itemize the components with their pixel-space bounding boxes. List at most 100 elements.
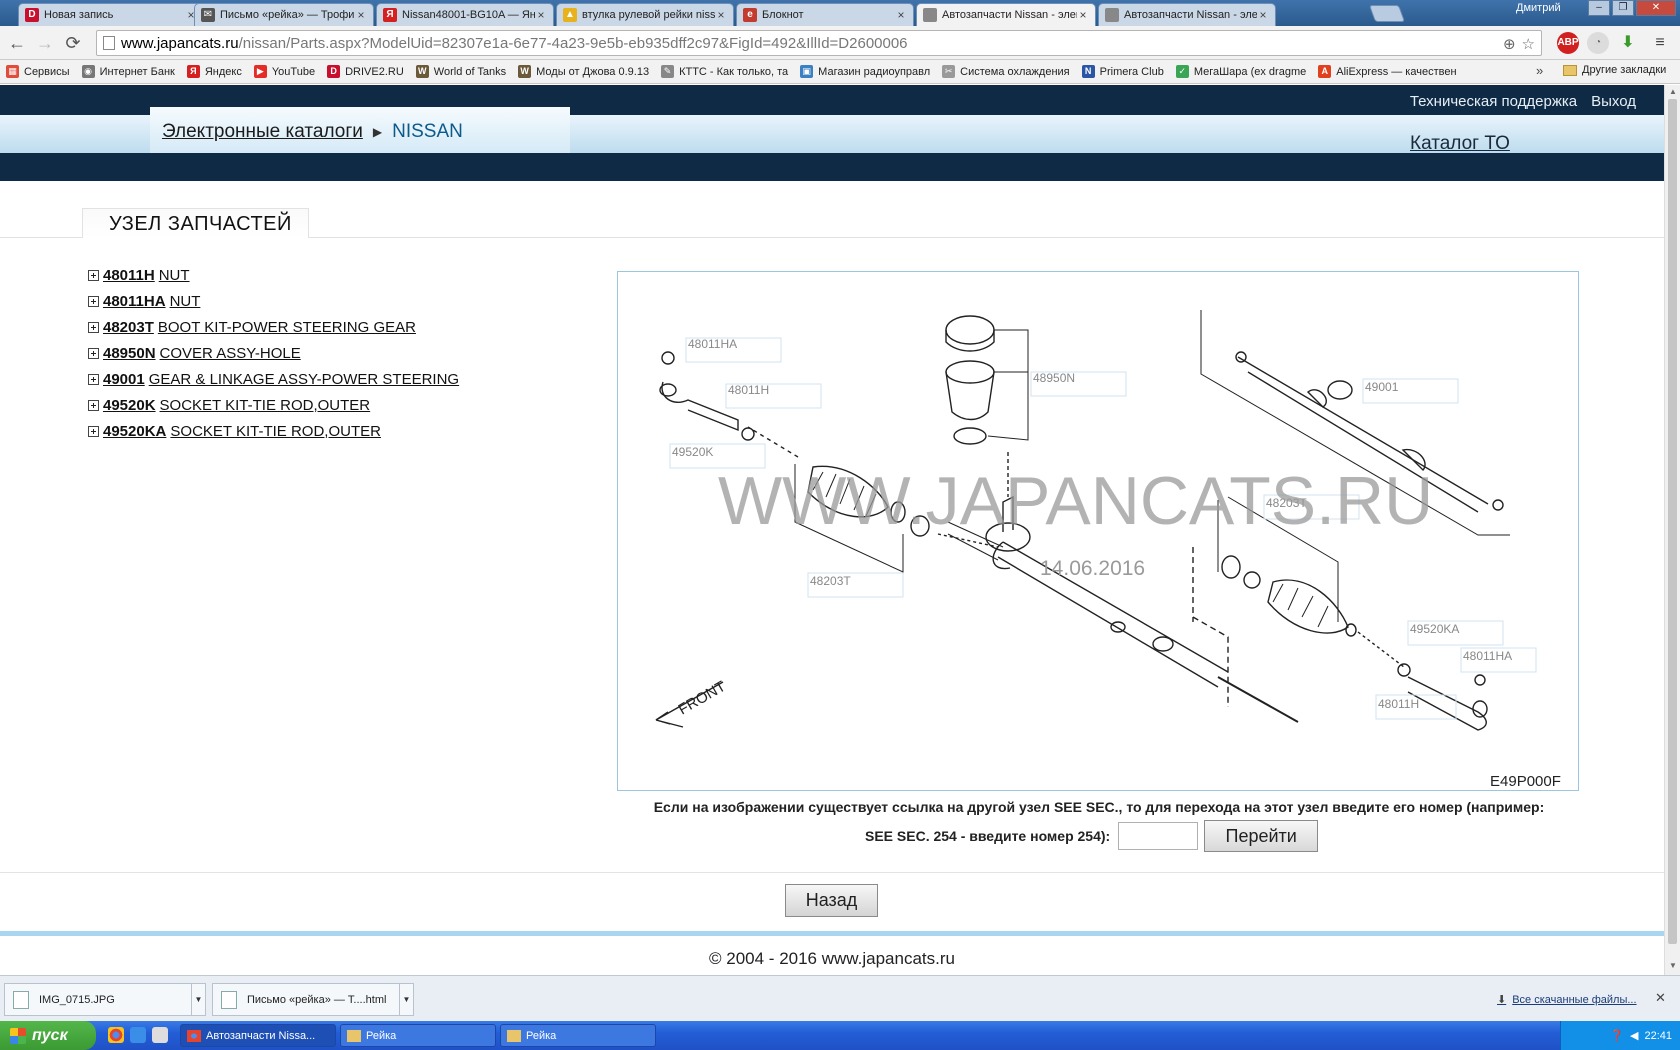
part-name-link[interactable]: SOCKET KIT-TIE ROD,OUTER [170,423,381,440]
bookmark-item[interactable]: ✎ КТТС - Как только, та [661,65,788,78]
new-tab-button[interactable] [1368,5,1406,22]
bookmark-item[interactable]: N Primera Club [1081,65,1164,78]
bookmark-item[interactable]: ▣ Магазин радиоуправл [800,65,930,78]
taskbar-window-folder[interactable]: Рейка [340,1024,496,1047]
part-code-link[interactable]: 49520K [103,397,156,414]
bookmark-item[interactable]: ▦ Сервисы [6,65,70,78]
part-code-link[interactable]: 48203T [103,319,154,336]
forward-arrow-icon[interactable]: → [34,32,56,54]
other-bookmarks[interactable]: Другие закладки [1563,64,1666,76]
part-name-link[interactable]: NUT [170,293,201,310]
bookmark-item[interactable]: D DRIVE2.RU [327,65,404,78]
expand-plus-icon[interactable] [88,321,99,333]
help-icon[interactable]: ❓ [1610,1029,1624,1042]
download-item[interactable]: Письмо «рейка» — Т....html ▼ [212,983,414,1016]
part-name-link[interactable]: NUT [159,267,190,284]
profile-name[interactable]: Дмитрий [1516,2,1561,14]
download-item[interactable]: IMG_0715.JPG ▼ [4,983,206,1016]
bookmarks-more-chevron[interactable]: » [1536,63,1543,78]
browser-tab[interactable]: ▲ втулка рулевой рейки niss × [556,3,734,26]
part-code-link[interactable]: 49001 [103,371,145,388]
expand-plus-icon[interactable] [88,425,99,437]
part-name-link[interactable]: COVER ASSY-HOLE [160,345,301,362]
back-arrow-icon[interactable]: ← [6,32,28,54]
expand-plus-icon[interactable] [88,399,99,411]
close-icon[interactable]: × [715,8,727,22]
browser-tab[interactable]: e Блокнот × [736,3,914,26]
back-button[interactable]: Назад [785,884,878,917]
support-link[interactable]: Техническая поддержка [1410,93,1577,110]
part-name-link[interactable]: BOOT KIT-POWER STEERING GEAR [158,319,416,336]
footer-rule [0,931,1664,936]
bookmark-item[interactable]: Я Яндекс [186,65,242,78]
part-name-link[interactable]: SOCKET KIT-TIE ROD,OUTER [160,397,371,414]
bookmark-item[interactable]: ✓ МегаШара (ex dragme [1175,65,1306,78]
bookmark-item[interactable]: ▶ YouTube [253,65,315,78]
part-code-link[interactable]: 48011H [103,267,155,284]
bookmark-item[interactable]: ◉ Интернет Банк [81,65,175,78]
browser-tab[interactable]: Автозапчасти Nissan - элек × [1098,3,1276,26]
all-downloads-link[interactable]: ⬇ Все скачанные файлы... [1497,993,1637,1007]
chevron-down-icon[interactable]: ▼ [399,984,413,1015]
catalog-to-link[interactable]: Каталог ТО [1410,133,1510,155]
browser-tab[interactable]: D Новая запись × [18,3,204,26]
address-bar[interactable]: www.japancats.ru /nissan/Parts.aspx?Mode… [96,30,1542,56]
scroll-down-arrow-icon[interactable]: ▼ [1669,961,1677,970]
callout-label: 48203T [810,574,851,588]
close-icon[interactable]: × [355,8,367,22]
bookmark-star-icon[interactable]: ☆ [1522,35,1535,53]
chrome-icon[interactable] [108,1027,124,1043]
expand-plus-icon[interactable] [88,373,99,385]
bookmark-label: Сервисы [24,65,70,78]
close-icon[interactable]: × [535,8,547,22]
part-name-link[interactable]: GEAR & LINKAGE ASSY-POWER STEERING [149,371,459,388]
logout-link[interactable]: Выход [1591,93,1636,110]
bookmark-item[interactable]: ✂ Система охлаждения [942,65,1070,78]
start-button[interactable]: пуск [0,1021,96,1050]
browser-tab[interactable]: Я Nissan48001-BG10A — Янде × [376,3,554,26]
bookmark-item[interactable]: W World of Tanks [415,65,506,78]
taskbar-window-folder[interactable]: Рейка [500,1024,656,1047]
close-icon[interactable]: ✕ [1655,990,1666,1006]
vertical-scrollbar[interactable]: ▲ ▼ [1664,85,1680,975]
ie-icon[interactable] [130,1027,146,1043]
extension-icon[interactable]: ◔ [1587,32,1609,54]
scrollbar-thumb[interactable] [1668,99,1677,944]
bookmark-label: Яндекс [204,65,242,78]
restore-button[interactable]: ❐ [1612,0,1634,16]
breadcrumb-catalogs-link[interactable]: Электронные каталоги [162,121,363,143]
expand-plus-icon[interactable] [88,269,99,281]
browser-tab[interactable]: ✉ Письмо «рейка» — Трофим × [194,3,374,26]
part-code-link[interactable]: 49520KA [103,423,166,440]
volume-icon[interactable]: ◀ [1630,1029,1638,1042]
go-button[interactable]: Перейти [1204,820,1319,852]
browser-tab[interactable]: Автозапчасти Nissan - элек × [916,3,1096,26]
close-icon[interactable]: × [1077,8,1089,22]
callout-label: 48011H [728,383,769,397]
part-code-link[interactable]: 48950N [103,345,156,362]
callout-label: 48011HA [1463,649,1512,663]
reload-icon[interactable]: ⟳ [62,32,84,54]
parts-diagram[interactable]: 48011HA 48011H 49520K 48950N 49001 48203… [617,271,1579,791]
chevron-down-icon[interactable]: ▼ [191,984,205,1015]
download-extension-icon[interactable]: ⬇ [1617,32,1639,54]
adblock-icon[interactable]: ABP [1557,32,1579,54]
folder-icon [347,1029,361,1042]
part-code-link[interactable]: 48011HA [103,293,166,310]
bookmark-item[interactable]: A AliExpress — качествен [1318,65,1457,78]
taskbar-window-chrome[interactable]: Автозапчасти Nissa... [180,1024,336,1047]
zoom-icon[interactable]: ⊕ [1503,35,1516,53]
expand-plus-icon[interactable] [88,295,99,307]
expand-plus-icon[interactable] [88,347,99,359]
page-content: Техническая поддержка Выход Электронные … [0,85,1664,975]
bookmark-item[interactable]: W Моды от Джова 0.9.13 [518,65,649,78]
close-icon[interactable]: × [895,8,907,22]
section-number-input[interactable] [1118,822,1199,850]
minimize-button[interactable]: – [1588,0,1610,16]
menu-icon[interactable]: ≡ [1649,32,1671,54]
scroll-up-arrow-icon[interactable]: ▲ [1669,87,1677,96]
close-icon[interactable]: × [1257,8,1269,22]
desktop-icon[interactable] [152,1027,168,1043]
close-window-button[interactable]: ✕ [1636,0,1676,16]
bookmark-icon: N [1081,65,1095,78]
